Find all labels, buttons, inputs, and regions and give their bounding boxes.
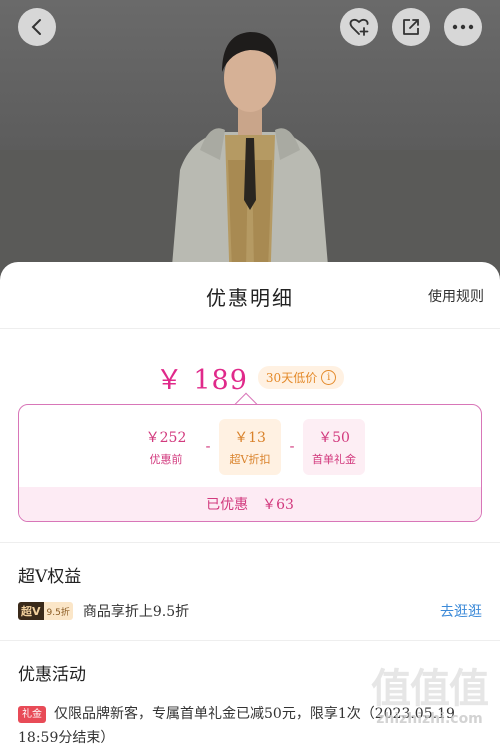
saved-amount: ￥63 [262,497,294,513]
original-price-label: 优惠前 [149,453,183,466]
product-photo [0,0,500,290]
heart-plus-icon [349,18,369,36]
original-price-item: ￥252 优惠前 [135,419,197,475]
info-icon: i [321,370,337,385]
vip-discount-label: 超V折扣 [229,453,271,466]
share-button[interactable] [392,8,430,46]
watermark-logo: 值值值 [371,666,489,712]
vip-tag-main: 超V [18,602,44,620]
sheet-title: 优惠明细 [206,286,294,310]
price-breakdown-box: ￥252 优惠前 - ￥13 超V折扣 - ￥50 首单礼金 已优惠 ￥63 [18,404,482,522]
low-price-label: 30天低价 [265,371,318,385]
divider [0,542,500,543]
divider [0,640,500,641]
price-row: ￥ 189 30天低价 i [0,358,500,397]
watermark-url: zhizhizhi.com [376,711,483,727]
first-order-gift-label: 首单礼金 [312,453,356,466]
more-icon [452,24,474,30]
share-icon [403,19,419,35]
divider [0,328,500,329]
minus-operator: - [205,439,211,455]
site-watermark: 值值值 zhizhizhi.com [371,666,489,727]
vip-discount-item: ￥13 超V折扣 [219,419,281,475]
saved-label: 已优惠 [206,497,249,513]
final-price: ￥ 189 [155,365,248,396]
vip-discount-amount: ￥13 [234,430,266,446]
vip-benefit-text: 商品享折上9.5折 [82,604,190,620]
vip-benefit-row: 超V 9.5折 商品享折上9.5折 去逛逛 [18,600,482,622]
back-button[interactable] [18,8,56,46]
vip-tag-discount: 9.5折 [43,602,73,620]
chevron-left-icon [31,19,41,35]
saved-total-bar: 已优惠 ￥63 [19,487,481,521]
low-price-badge[interactable]: 30天低价 i [257,366,345,389]
vip-benefits-title: 超V权益 [18,567,82,587]
model-figure [170,32,330,290]
first-order-gift-amount: ￥50 [318,430,350,446]
gift-tag: 礼金 [18,706,46,723]
promotions-title: 优惠活动 [18,665,86,685]
original-price-amount: ￥252 [145,430,187,446]
vip-tag: 超V 9.5折 [18,602,73,620]
favorite-button[interactable] [340,8,378,46]
usage-rules-link[interactable]: 使用规则 [428,286,484,306]
minus-operator: - [289,439,295,455]
more-button[interactable] [444,8,482,46]
first-order-gift-item: ￥50 首单礼金 [303,419,365,475]
go-shopping-link[interactable]: 去逛逛 [440,601,482,621]
breakdown-items: ￥252 优惠前 - ￥13 超V折扣 - ￥50 首单礼金 [19,419,481,475]
